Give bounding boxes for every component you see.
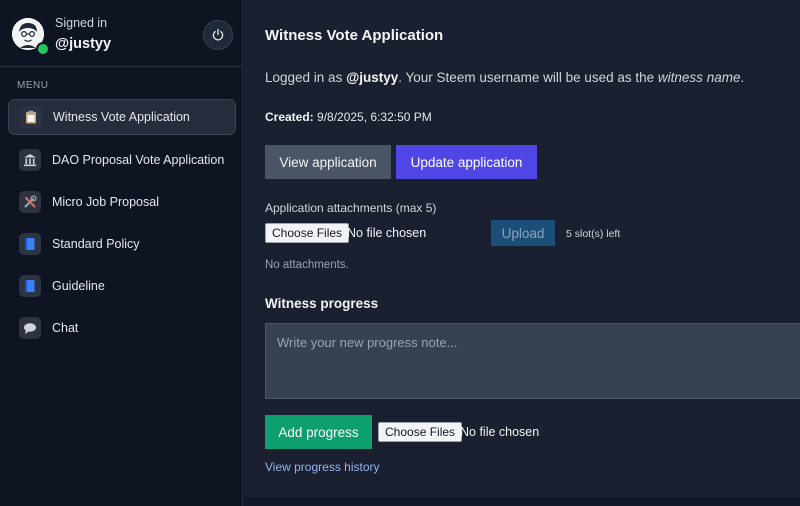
logged-middle: . Your Steem username will be used as th…	[398, 70, 658, 85]
view-application-button[interactable]: View application	[265, 145, 391, 179]
logged-username: @justyy	[346, 70, 399, 85]
attachments-choose-files-button[interactable]: Choose Files	[265, 223, 350, 243]
bottom-strip	[244, 497, 800, 506]
online-status-icon	[36, 42, 50, 56]
sidebar-item-chat[interactable]: Chat	[8, 310, 236, 346]
main-panel: Witness Vote Application Logged in as @j…	[244, 0, 800, 497]
user-block: Signed in @justyy	[0, 0, 243, 67]
tools-icon	[19, 191, 41, 213]
logged-in-message: Logged in as @justyy. Your Steem usernam…	[265, 70, 744, 85]
attachments-label: Application attachments (max 5)	[265, 201, 437, 215]
sidebar: Signed in @justyy MENU Witness Vote Appl…	[0, 0, 243, 506]
witness-progress-title: Witness progress	[265, 296, 379, 311]
add-progress-button[interactable]: Add progress	[265, 415, 372, 449]
created-timestamp: Created: 9/8/2025, 6:32:50 PM	[265, 110, 432, 124]
username: @justyy	[55, 36, 112, 52]
created-value: 9/8/2025, 6:32:50 PM	[313, 110, 432, 124]
view-progress-history-link[interactable]: View progress history	[265, 460, 380, 474]
sidebar-item-standard-policy[interactable]: Standard Policy	[8, 226, 236, 262]
logout-button[interactable]	[203, 20, 233, 50]
progress-choose-files-button[interactable]: Choose Files	[378, 422, 463, 442]
sidebar-item-label: Chat	[52, 321, 79, 335]
progress-file-status: No file chosen	[460, 425, 540, 439]
update-application-button[interactable]: Update application	[396, 145, 537, 179]
sidebar-item-label: Micro Job Proposal	[52, 195, 159, 209]
upload-button[interactable]: Upload	[491, 220, 555, 246]
clipboard-icon	[20, 106, 42, 128]
logged-suffix: .	[740, 70, 745, 85]
sidebar-item-label: Witness Vote Application	[53, 110, 190, 124]
progress-note-input[interactable]: Write your new progress note...	[265, 323, 800, 399]
book-icon	[19, 275, 41, 297]
sidebar-item-micro-job-proposal[interactable]: Micro Job Proposal	[8, 184, 236, 220]
power-icon	[212, 28, 224, 41]
sidebar-item-label: DAO Proposal Vote Application	[52, 153, 225, 167]
slots-left-text: 5 slot(s) left	[566, 228, 621, 240]
menu-label: MENU	[17, 80, 49, 91]
logged-prefix: Logged in as	[265, 70, 347, 85]
created-label: Created:	[265, 110, 314, 124]
sidebar-item-label: Guideline	[52, 279, 105, 293]
book-icon	[19, 233, 41, 255]
speech-bubble-icon	[19, 317, 41, 339]
sidebar-item-witness-vote-application[interactable]: Witness Vote Application	[8, 99, 236, 135]
sidebar-item-label: Standard Policy	[52, 237, 140, 251]
page-title: Witness Vote Application	[265, 27, 444, 44]
bank-icon	[19, 149, 41, 171]
sidebar-item-guideline[interactable]: Guideline	[8, 268, 236, 304]
sidebar-item-dao-proposal-vote-application[interactable]: DAO Proposal Vote Application	[8, 142, 236, 178]
logged-emphasis: witness name	[657, 70, 741, 85]
signed-in-label: Signed in	[55, 16, 108, 30]
no-attachments-text: No attachments.	[265, 259, 349, 271]
attachments-file-status: No file chosen	[347, 226, 427, 240]
